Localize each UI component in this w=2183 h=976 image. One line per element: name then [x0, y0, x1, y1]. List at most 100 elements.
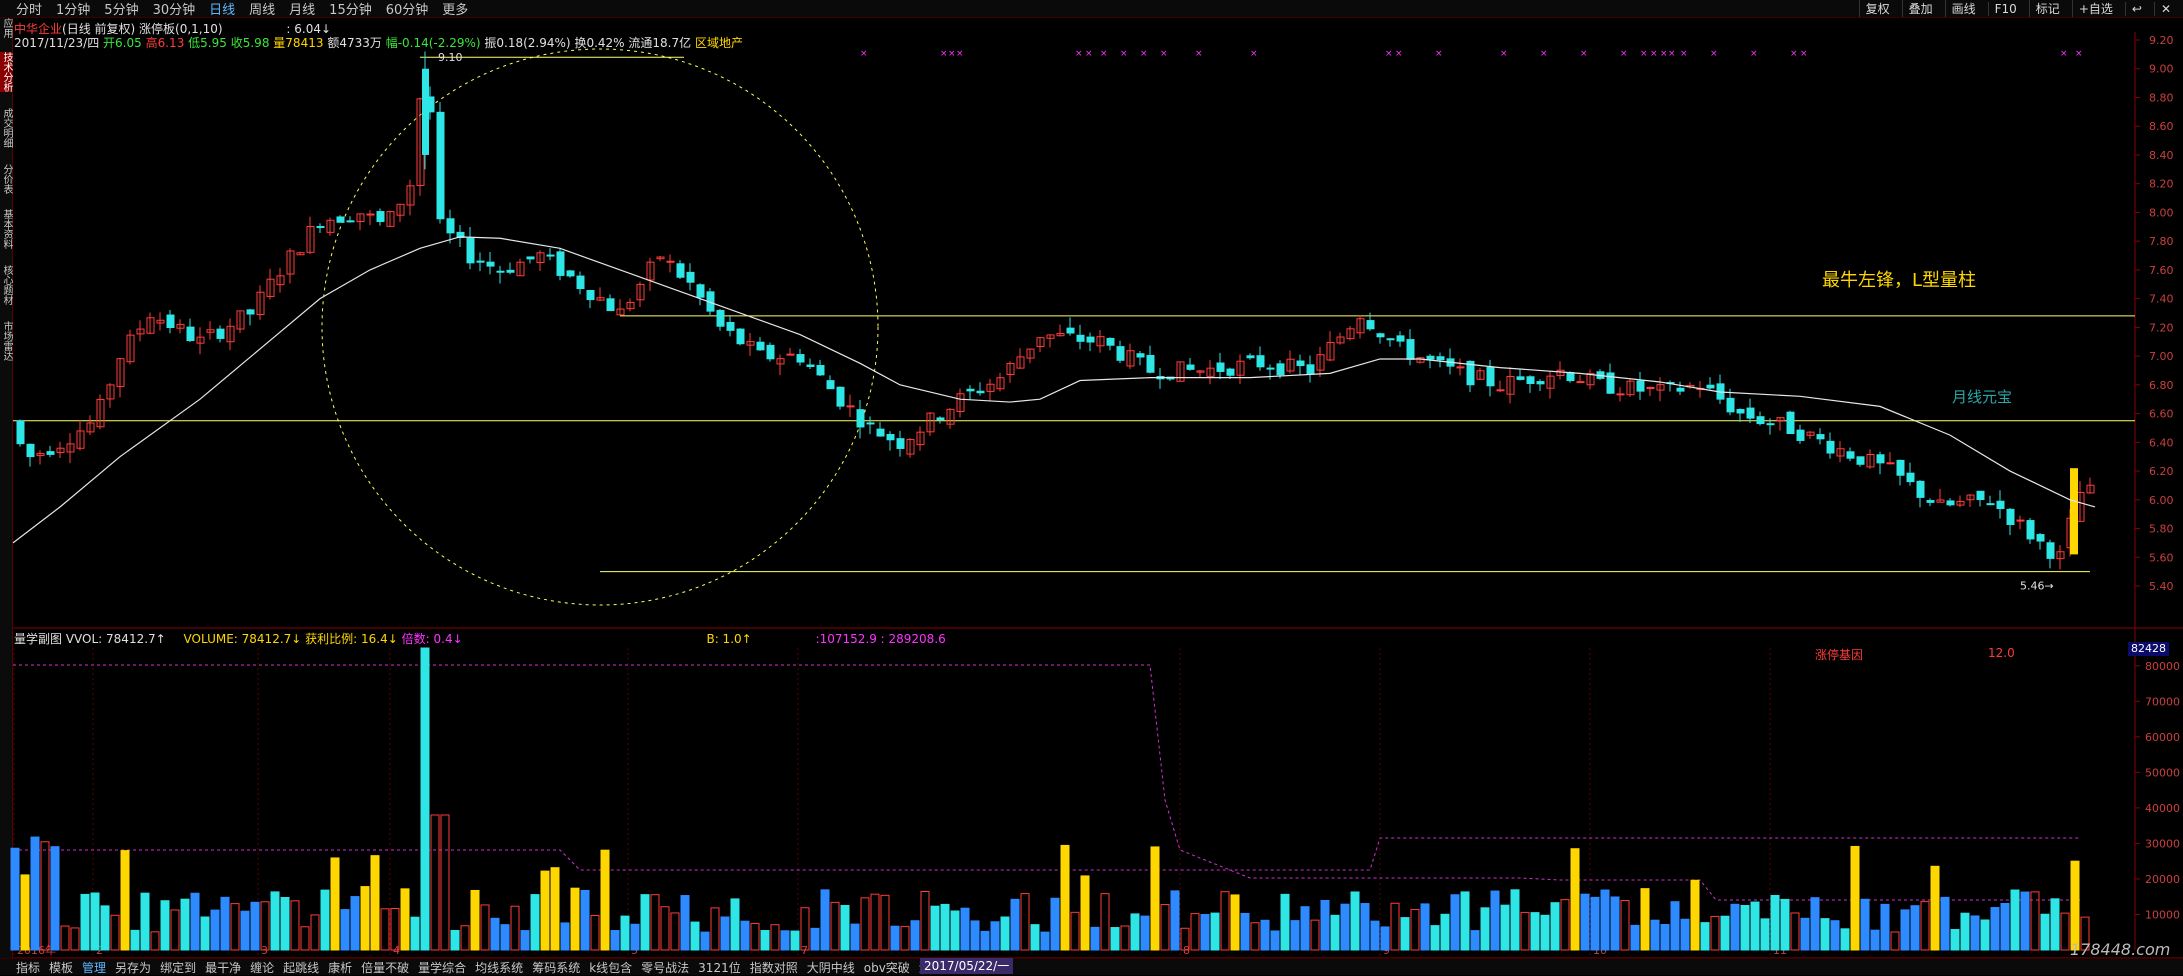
candle-body: [1276, 363, 1285, 376]
volume-bar: [1270, 930, 1280, 951]
signal-marker: ×: [1660, 49, 1668, 59]
volume-bar: [580, 889, 590, 951]
price-tick-label: 8.20: [2149, 178, 2174, 191]
volume-bar: [1880, 903, 1890, 951]
volume-bar: [1860, 898, 1870, 951]
indicator-tab[interactable]: 起跳线: [283, 959, 319, 976]
candle-body: [876, 428, 885, 437]
candle-body: [606, 298, 615, 312]
volume-bar: [1330, 914, 1340, 951]
volume-bar: [300, 926, 310, 951]
candle-body: [576, 275, 585, 290]
kline-chart[interactable]: 9.20 9.00 8.80 8.60 8.40 8.20 8.00 7.80 7.60 7.40…: [0, 0, 2183, 974]
volume-bar: [1720, 915, 1730, 951]
volume-bar: [1660, 924, 1670, 951]
volume-bar: [1490, 890, 1500, 951]
candle-body: [2006, 508, 2015, 525]
candle-body: [806, 364, 815, 368]
indicator-tab[interactable]: 指标: [16, 959, 40, 976]
times-value: 倍数: 0.4↓: [401, 632, 463, 646]
indicator-tab[interactable]: 倍量不破: [361, 959, 409, 976]
candle-body: [1886, 462, 1895, 465]
volume-bar: [630, 923, 640, 951]
volume-bar: [1080, 875, 1090, 951]
limit-gene-value: 12.0: [1988, 646, 2015, 660]
volume-bar: [1990, 907, 2000, 951]
indicator-tab[interactable]: 零号战法: [641, 959, 689, 976]
volume-tick-label: 40000: [2145, 802, 2180, 815]
volume-bar: [870, 893, 880, 951]
volume-bar: [1690, 879, 1700, 951]
signal-marker: ×: [1640, 49, 1648, 59]
price-tick-label: 5.60: [2149, 551, 2174, 564]
indicator-tab[interactable]: 筹码系统: [532, 959, 580, 976]
volume-bar: [1920, 901, 1930, 951]
candle-body: [1516, 376, 1525, 380]
indicator-tab[interactable]: 指数对照: [750, 959, 798, 976]
candle-body: [1426, 355, 1435, 360]
high-price-label: 9.10: [438, 51, 463, 64]
volume-bar: [130, 929, 140, 951]
indicator-tab[interactable]: obv突破: [864, 959, 910, 976]
indicator-tab[interactable]: k线包含: [589, 959, 632, 976]
candle-body: [1066, 327, 1075, 334]
signal-marker: ×: [2060, 49, 2068, 59]
candle-body: [1736, 409, 1745, 414]
candle-body: [1136, 353, 1145, 358]
signal-marker: ×: [948, 49, 956, 59]
volume-bar: [790, 930, 800, 951]
volume-bar: [1700, 922, 1710, 951]
indicator-tab[interactable]: 绑定到: [160, 959, 196, 976]
volume-bar: [1790, 912, 1800, 951]
volume-bar: [270, 891, 280, 951]
volume-bar: [640, 894, 650, 951]
candle-body: [476, 260, 485, 263]
volume-bar: [1440, 913, 1450, 951]
indicator-tab[interactable]: 量学综合: [418, 959, 466, 976]
volume-bar: [1290, 920, 1300, 951]
price-tick-label: 7.60: [2149, 264, 2174, 277]
volume-bar: [1170, 890, 1180, 951]
candle-body: [1086, 336, 1095, 343]
volume-bar: [700, 931, 710, 951]
volume-bar: [670, 912, 680, 951]
volume-bar: [1570, 848, 1580, 951]
signal-marker: ×: [1075, 49, 1083, 59]
candle-body: [1846, 451, 1855, 459]
indicator-tab[interactable]: 管理: [82, 959, 106, 976]
volume-bar: [470, 889, 480, 951]
signal-marker: ×: [1100, 49, 1108, 59]
indicator-tab[interactable]: 缠论: [250, 959, 274, 976]
indicator-tab[interactable]: 均线系统: [475, 959, 523, 976]
indicator-tab[interactable]: 另存为: [115, 959, 151, 976]
volume-bar: [1640, 888, 1650, 951]
volume-bar: [370, 855, 380, 951]
volume-bar: [1930, 865, 1940, 951]
indicator-tab[interactable]: 康析: [328, 959, 352, 976]
candle-body: [726, 321, 735, 331]
indicator-tab[interactable]: 最干净: [205, 959, 241, 976]
volume-bar: [1680, 918, 1690, 951]
candle-body: [2026, 520, 2035, 540]
candle-body: [556, 251, 565, 276]
volume-bar: [1630, 924, 1640, 951]
sub-chart-name[interactable]: 量学副图: [14, 632, 62, 646]
limit-up-candle: [2070, 468, 2078, 555]
candle-body: [756, 341, 765, 351]
signal-marker: ×: [1680, 49, 1688, 59]
cursor-date: 2017/05/22/一: [920, 958, 1014, 974]
indicator-tab[interactable]: 模板: [49, 959, 73, 976]
volume-bar: [1960, 912, 1970, 951]
candle-body: [1856, 456, 1865, 465]
indicator-tab[interactable]: 大阴中线: [807, 959, 855, 976]
indicator-tab[interactable]: 3121位: [698, 959, 741, 976]
volume-bar: [1460, 891, 1470, 951]
volume-bar: [850, 923, 860, 951]
volume-bar: [1250, 922, 1260, 951]
volume-bar: [650, 894, 660, 951]
volume-bar: [1090, 926, 1100, 951]
candle-body: [246, 309, 255, 315]
candle-body: [2046, 542, 2055, 559]
candle-body: [1456, 366, 1465, 369]
volume-bar: [1750, 901, 1760, 951]
